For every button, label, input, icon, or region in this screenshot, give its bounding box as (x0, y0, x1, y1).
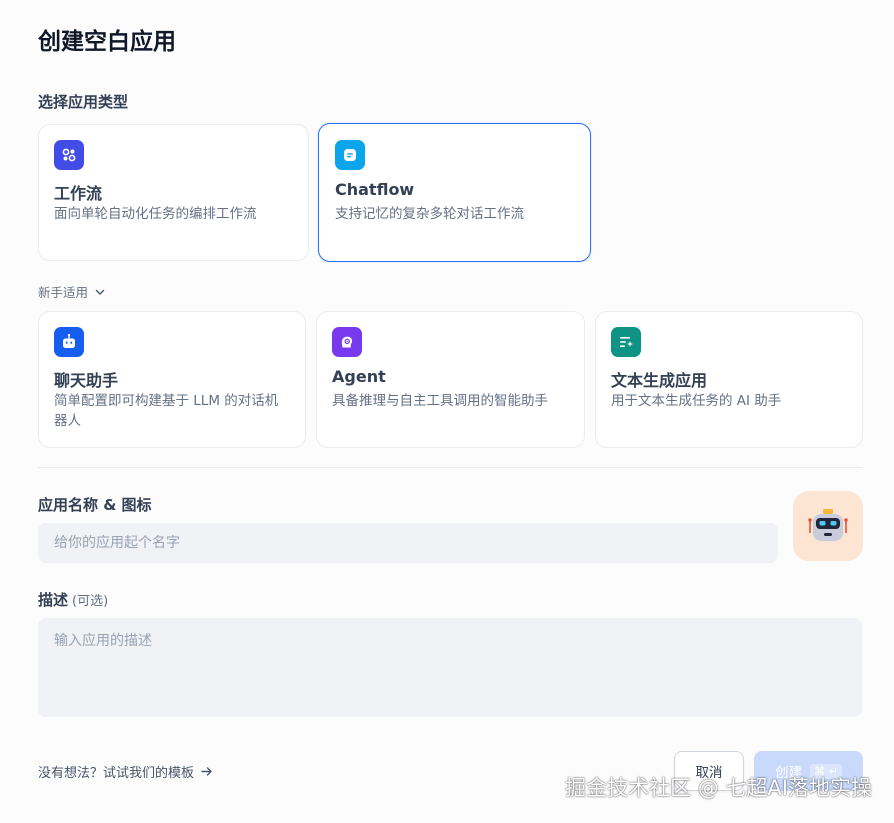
card-desc: 用于文本生成任务的 AI 助手 (611, 393, 782, 409)
template-link-label: 没有想法？试试我们的模板 (38, 766, 195, 781)
app-type-card-chatflow[interactable]: Chatflow 支持记忆的复杂多轮对话工作流 (318, 123, 591, 262)
card-desc: 支持记忆的复杂多轮对话工作流 (335, 206, 524, 222)
app-type-label: 选择应用类型 (38, 93, 129, 111)
app-name-label: 应用名称 & 图标 (38, 496, 152, 514)
create-button[interactable]: 创建 ⌘ ↵ (754, 751, 863, 791)
shortcut-hint: ⌘ ↵ (810, 763, 842, 779)
create-app-dialog: 创建空白应用 选择应用类型 工作流 面向单轮自动化任务的编排工作流 Chatfl… (0, 0, 894, 823)
card-desc: 具备推理与自主工具调用的智能助手 (332, 393, 548, 409)
arrow-right-icon (201, 767, 212, 776)
dialog-title: 创建空白应用 (38, 29, 176, 55)
app-icon-picker[interactable] (793, 491, 863, 561)
chatbot-icon (54, 327, 84, 357)
app-type-card-chatbot[interactable]: 聊天助手 简单配置即可构建基于 LLM 的对话机器人 (38, 311, 306, 448)
cancel-button[interactable]: 取消 (674, 751, 744, 791)
create-button-label: 创建 (775, 765, 803, 781)
app-type-card-text-generation[interactable]: 文本生成应用 用于文本生成任务的 AI 助手 (595, 311, 863, 448)
workflow-icon (54, 140, 84, 170)
optional-hint: (可选) (72, 594, 109, 609)
divider (38, 467, 862, 468)
beginner-toggle-label: 新手适用 (38, 285, 89, 300)
template-link[interactable]: 没有想法？试试我们的模板 (38, 762, 213, 781)
chevron-down-icon (95, 289, 105, 295)
app-type-card-agent[interactable]: Agent 具备推理与自主工具调用的智能助手 (316, 311, 585, 448)
description-label-text: 描述 (38, 591, 69, 609)
app-type-card-workflow[interactable]: 工作流 面向单轮自动化任务的编排工作流 (38, 124, 309, 261)
app-name-input[interactable] (38, 523, 778, 563)
card-desc: 面向单轮自动化任务的编排工作流 (54, 206, 257, 222)
description-label: 描述 (可选) (38, 589, 108, 610)
robot-icon (808, 509, 848, 541)
agent-icon (332, 327, 362, 357)
card-desc: 简单配置即可构建基于 LLM 的对话机器人 (54, 393, 279, 429)
card-title: 聊天助手 (54, 371, 119, 390)
card-title: Chatflow (335, 180, 415, 199)
chatflow-icon (335, 140, 365, 170)
description-textarea[interactable] (38, 618, 862, 717)
text-generation-icon (611, 327, 641, 357)
card-title: 文本生成应用 (611, 371, 708, 390)
beginner-toggle[interactable]: 新手适用 (38, 282, 106, 301)
card-title: Agent (332, 367, 386, 386)
card-title: 工作流 (54, 184, 103, 203)
